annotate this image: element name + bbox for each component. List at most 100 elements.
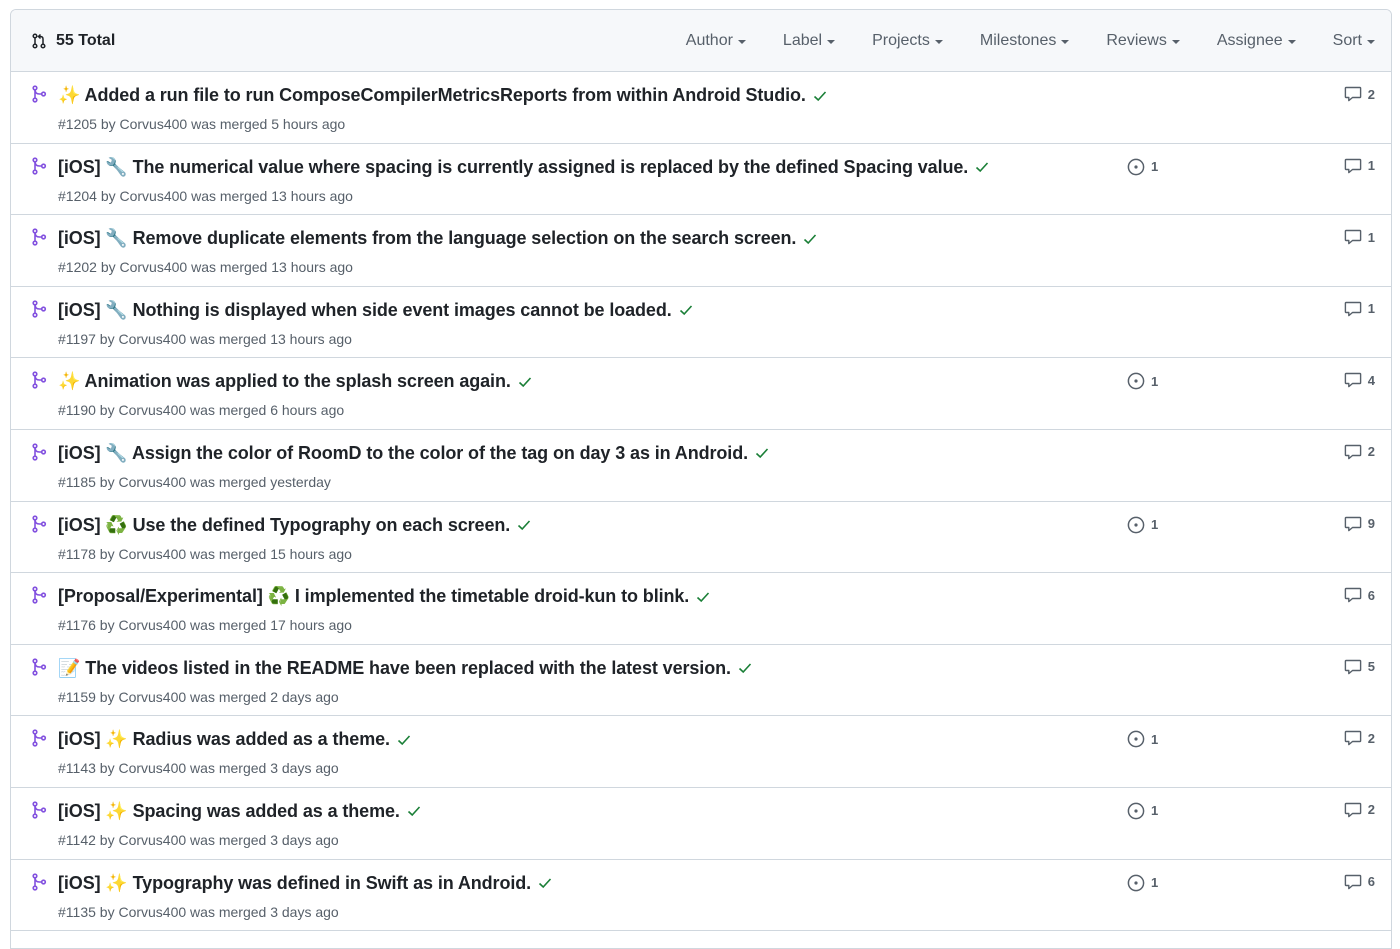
- pr-title-line: [iOS] ♻️ Use the defined Typography on e…: [58, 515, 532, 536]
- pr-title-link[interactable]: [iOS] 🔧 Nothing is displayed when side e…: [58, 300, 672, 321]
- merged-pr-icon: [31, 156, 47, 180]
- linked-issue-link[interactable]: 1: [1127, 372, 1158, 390]
- pr-title-line: [iOS] ✨ Radius was added as a theme.: [58, 729, 412, 750]
- pr-title-link[interactable]: [iOS] ✨ Radius was added as a theme.: [58, 729, 390, 750]
- pr-title-link[interactable]: [iOS] 🔧 The numerical value where spacin…: [58, 157, 968, 178]
- pull-request-row: ✨ Animation was applied to the splash sc…: [11, 358, 1391, 430]
- filter-projects[interactable]: Projects: [872, 32, 943, 50]
- comments-link[interactable]: 1: [1344, 229, 1375, 245]
- pr-title-line: [iOS] 🔧 The numerical value where spacin…: [58, 157, 990, 178]
- checks-passed-icon[interactable]: [974, 159, 990, 175]
- comment-icon: [1344, 874, 1368, 890]
- pr-title-link[interactable]: [iOS] 🔧 Assign the color of RoomD to the…: [58, 443, 748, 464]
- linked-issue-link[interactable]: 1: [1127, 730, 1158, 748]
- pr-meta: #1205 by Corvus400 was merged 5 hours ag…: [58, 116, 346, 132]
- comment-icon: [1344, 301, 1368, 317]
- checks-passed-icon[interactable]: [678, 302, 694, 318]
- issue-opened-icon: [1127, 874, 1151, 892]
- merged-pr-icon: [31, 443, 47, 466]
- filter-milestones[interactable]: Milestones: [980, 32, 1070, 50]
- pr-title-line: ✨ Added a run file to run ComposeCompile…: [58, 85, 828, 106]
- pr-title-link[interactable]: ✨ Added a run file to run ComposeCompile…: [58, 85, 806, 106]
- comment-count: 2: [1367, 730, 1375, 746]
- comment-count: 6: [1367, 874, 1375, 890]
- comment-icon: [1344, 229, 1368, 245]
- comment-icon: [1344, 86, 1368, 102]
- comment-icon: [1344, 659, 1368, 675]
- pull-request-row: [iOS] 🔧 Remove duplicate elements from t…: [11, 215, 1391, 287]
- merged-pr-icon: [31, 300, 47, 323]
- checks-passed-icon[interactable]: [396, 732, 412, 748]
- comments-link[interactable]: 2: [1344, 730, 1375, 746]
- checks-passed-icon[interactable]: [537, 875, 553, 891]
- pr-title-link[interactable]: [iOS] 🔧 Remove duplicate elements from t…: [58, 228, 796, 249]
- issue-opened-icon: [1127, 516, 1151, 534]
- caret-down-icon: [1367, 39, 1375, 44]
- issue-opened-icon: [1127, 158, 1151, 176]
- filter-reviews[interactable]: Reviews: [1106, 32, 1180, 50]
- merged-pr-icon: [31, 872, 47, 896]
- linked-issue-link[interactable]: 1: [1127, 516, 1158, 534]
- caret-down-icon: [1171, 39, 1180, 44]
- filter-label: Assignee: [1216, 31, 1283, 49]
- pr-title-link[interactable]: [iOS] ✨ Typography was defined in Swift …: [58, 873, 531, 894]
- pull-request-row: ✨ Added a run file to run ComposeCompile…: [11, 72, 1391, 144]
- comments-link[interactable]: 2: [1344, 86, 1375, 102]
- comments-link[interactable]: 6: [1344, 587, 1375, 603]
- comments-link[interactable]: 6: [1344, 874, 1375, 890]
- comment-icon: [1344, 730, 1368, 746]
- checks-passed-icon[interactable]: [812, 88, 828, 104]
- filter-label: Projects: [872, 31, 930, 49]
- issue-opened-icon: [1127, 730, 1151, 748]
- checks-passed-icon[interactable]: [516, 517, 532, 533]
- comments-link[interactable]: 2: [1344, 802, 1375, 818]
- checks-passed-icon[interactable]: [754, 445, 770, 461]
- checks-passed-icon[interactable]: [406, 803, 422, 819]
- filter-label[interactable]: Label: [783, 32, 836, 50]
- issue-opened-icon: [1127, 372, 1151, 390]
- total-count[interactable]: 55 Total: [31, 32, 115, 50]
- pr-title-link[interactable]: [Proposal/Experimental] ♻️ I implemented…: [58, 586, 689, 607]
- linked-issue-link[interactable]: 1: [1127, 874, 1158, 892]
- comment-count: 1: [1367, 158, 1375, 174]
- checks-passed-icon[interactable]: [695, 589, 711, 605]
- comments-link[interactable]: 4: [1344, 372, 1375, 388]
- comment-count: 1: [1367, 301, 1375, 317]
- comment-icon: [1344, 158, 1368, 174]
- merged-pr-icon: [31, 371, 47, 394]
- filter-assignee[interactable]: Assignee: [1217, 32, 1296, 50]
- pr-title-line: [Proposal/Experimental] ♻️ I implemented…: [58, 586, 711, 607]
- pr-title-line: ✨ Animation was applied to the splash sc…: [58, 371, 533, 392]
- linked-issue-count: 1: [1151, 517, 1159, 533]
- pull-request-row: [iOS] ✨ Radius was added as a theme. #11…: [11, 716, 1391, 788]
- pr-title-link[interactable]: [iOS] ✨ Spacing was added as a theme.: [58, 801, 400, 822]
- pr-title-link[interactable]: 📝 The videos listed in the README have b…: [58, 658, 731, 679]
- pr-title-link[interactable]: [iOS] ♻️ Use the defined Typography on e…: [58, 515, 510, 536]
- checks-passed-icon[interactable]: [517, 374, 533, 390]
- linked-issue-link[interactable]: 1: [1127, 802, 1158, 820]
- pr-title-line: [iOS] 🔧 Remove duplicate elements from t…: [58, 228, 818, 249]
- comments-link[interactable]: 1: [1344, 158, 1375, 174]
- filter-author[interactable]: Author: [686, 32, 746, 50]
- pr-meta: #1190 by Corvus400 was merged 6 hours ag…: [58, 402, 345, 419]
- merged-pr-icon: [31, 658, 47, 681]
- merged-pr-icon: [31, 801, 47, 824]
- checks-passed-icon[interactable]: [802, 231, 818, 247]
- filter-label: Sort: [1332, 31, 1362, 49]
- comments-link[interactable]: 5: [1344, 659, 1375, 675]
- linked-issue-link[interactable]: 1: [1127, 158, 1158, 176]
- comment-count: 5: [1367, 659, 1375, 675]
- filter-sort[interactable]: Sort: [1333, 32, 1375, 50]
- pull-request-row: [iOS] 🔧 Assign the color of RoomD to the…: [11, 430, 1391, 502]
- caret-down-icon: [1061, 39, 1070, 44]
- pr-title-link[interactable]: ✨ Animation was applied to the splash sc…: [58, 371, 511, 392]
- caret-down-icon: [737, 39, 746, 44]
- pr-meta: #1202 by Corvus400 was merged 13 hours a…: [58, 259, 353, 276]
- pr-meta: #1135 by Corvus400 was merged 3 days ago: [58, 903, 339, 920]
- checks-passed-icon[interactable]: [737, 660, 753, 676]
- comment-icon: [1344, 444, 1368, 460]
- merged-pr-icon: [31, 729, 47, 752]
- comments-link[interactable]: 1: [1344, 301, 1375, 317]
- comments-link[interactable]: 9: [1344, 516, 1375, 532]
- comments-link[interactable]: 2: [1344, 444, 1375, 460]
